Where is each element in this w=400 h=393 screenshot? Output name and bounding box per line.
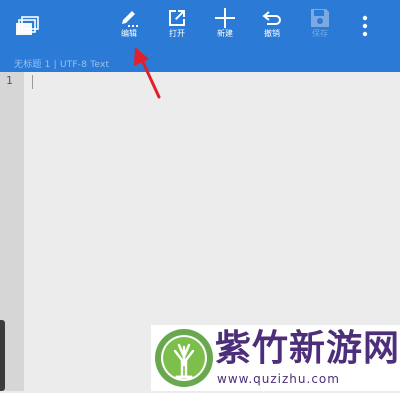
watermark-url: www.quzizhu.com	[217, 372, 340, 386]
document-status-text: 无标题 1 | UTF-8 Text	[14, 60, 110, 70]
pencil-icon	[117, 6, 141, 30]
top-toolbar: 编辑 打开 新建 撤销 保存	[0, 0, 400, 56]
line-number: 1	[6, 74, 13, 87]
new-button[interactable]: 新建	[205, 6, 245, 46]
document-status-bar: 无标题 1 | UTF-8 Text	[0, 56, 400, 72]
watermark-title: 紫竹新游网	[215, 328, 400, 369]
tree-logo-icon	[153, 327, 215, 389]
side-drawer-handle[interactable]	[0, 320, 5, 391]
undo-button[interactable]: 撤销	[252, 6, 292, 46]
save-icon	[308, 6, 332, 30]
undo-icon	[260, 6, 284, 30]
open-button[interactable]: 打开	[157, 6, 197, 46]
undo-label: 撤销	[264, 29, 280, 38]
more-vertical-icon[interactable]	[356, 14, 374, 38]
plus-icon	[213, 6, 237, 30]
watermark-logo: 紫竹新游网 www.quzizhu.com	[151, 325, 400, 391]
text-cursor	[32, 75, 33, 89]
open-label: 打开	[169, 29, 185, 38]
save-button[interactable]: 保存	[300, 6, 340, 46]
new-label: 新建	[217, 29, 233, 38]
save-label: 保存	[312, 29, 328, 38]
edit-label: 编辑	[121, 29, 137, 38]
open-external-icon	[165, 6, 189, 30]
stacked-tabs-icon[interactable]	[14, 14, 40, 40]
edit-button[interactable]: 编辑	[109, 6, 149, 46]
